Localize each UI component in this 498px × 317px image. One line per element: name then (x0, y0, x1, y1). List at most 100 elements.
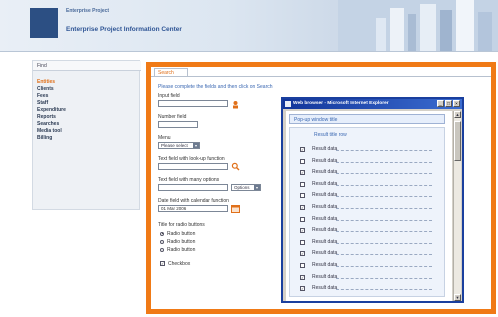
checkbox-checked-icon[interactable]: ✓ (300, 205, 305, 210)
popup-content: Pop-up window title Result title row ✓ Re… (286, 111, 452, 301)
magnifier-icon[interactable] (231, 162, 240, 171)
result-row-label: Result data (312, 192, 338, 199)
chevron-down-icon: ▾ (254, 185, 260, 190)
result-row[interactable]: ✓ Result data (290, 225, 444, 236)
popup-titlebar[interactable]: Web browser - Microsoft Internet Explore… (283, 99, 462, 109)
number-field[interactable] (158, 121, 198, 128)
nav-item-staff[interactable]: Staff (37, 100, 66, 107)
checkbox-checked-icon[interactable]: ✓ (300, 170, 305, 176)
checkbox-checked-icon[interactable]: ✓ (300, 286, 305, 292)
popup-header-text: Pop-up window title (294, 117, 338, 123)
menu-label: Menu (158, 135, 171, 141)
radio-group-title: Title for radio buttons (158, 222, 205, 228)
radio-option-label: Radio button (167, 239, 196, 245)
checkbox-checked-icon[interactable]: ✓ (300, 147, 305, 152)
result-row[interactable]: ✓ Result data (290, 167, 444, 178)
app-header: Enterprise Project Enterprise Project In… (0, 0, 498, 52)
scroll-down-button[interactable]: ▼ (454, 294, 461, 301)
menu-select[interactable]: Please select ▾ (158, 142, 200, 149)
scroll-up-button[interactable]: ▲ (454, 111, 461, 118)
nav-item-reports[interactable]: Reports (37, 114, 66, 121)
search-panel: Search Please complete the fields and th… (146, 62, 496, 314)
radio-option-1[interactable]: Radio button (160, 231, 195, 238)
lookup-field-label: Text field with look-up function (158, 156, 225, 162)
header-subtitle: Enterprise Project (66, 8, 110, 14)
logo (30, 8, 58, 38)
result-row[interactable]: Result data (290, 260, 444, 271)
result-row-label: Result data (312, 204, 338, 210)
result-row-divider (336, 196, 432, 198)
result-row[interactable]: Result data (290, 214, 444, 225)
checkbox-checked-icon: ✓ (160, 261, 165, 267)
date-field[interactable]: 01 Mar 2006 (158, 205, 228, 212)
result-row[interactable]: ✓ Result data (290, 272, 444, 283)
result-row[interactable]: Result data (290, 156, 444, 167)
nav-tab-find[interactable]: Find (33, 61, 141, 71)
nav-item-entities[interactable]: Entities (37, 79, 66, 86)
popup-header: Pop-up window title (289, 114, 445, 124)
minimize-button[interactable]: _ (437, 100, 444, 107)
radio-icon (160, 247, 164, 252)
checkbox-icon[interactable] (300, 193, 305, 199)
many-options-label: Text field with many options (158, 177, 220, 183)
popup-window: Web browser - Microsoft Internet Explore… (281, 97, 464, 303)
result-row-divider (336, 184, 432, 186)
checkbox-icon[interactable] (300, 158, 305, 164)
chevron-down-icon: ▾ (193, 143, 199, 148)
nav-item-billing[interactable]: Billing (37, 135, 66, 142)
result-row[interactable]: ✓ Result data (290, 283, 444, 294)
nav-item-expenditure[interactable]: Expenditure (37, 107, 66, 114)
result-row-divider (336, 219, 432, 221)
result-row-label: Result data (312, 285, 338, 292)
radio-option-2[interactable]: Radio button (160, 239, 195, 246)
maximize-button[interactable]: □ (445, 100, 452, 107)
user-lookup-icon[interactable] (231, 100, 240, 109)
window-controls: _ □ × (436, 100, 460, 107)
date-field-label: Date field with calendar function (158, 198, 229, 204)
nav-tab-label: Find (37, 63, 47, 69)
radio-option-3[interactable]: Radio button (160, 247, 195, 254)
checkbox-icon[interactable] (300, 263, 305, 268)
nav-item-media-tool[interactable]: Media tool (37, 128, 66, 135)
options-select[interactable]: Options ▾ (231, 184, 261, 191)
nav-item-searches[interactable]: Searches (37, 121, 66, 128)
menu-select-value: Please select (161, 143, 188, 148)
result-row-label: Result data (312, 180, 338, 187)
nav-item-clients[interactable]: Clients (37, 86, 66, 93)
result-row[interactable]: ✓ Result data (290, 248, 444, 259)
nav-list: Entities Clients Fees Staff Expenditure … (37, 79, 66, 142)
input-field[interactable] (158, 100, 228, 107)
radio-icon (160, 239, 164, 244)
popup-title-text: Web browser - Microsoft Internet Explore… (293, 101, 389, 106)
checkbox-option[interactable]: ✓ Checkbox (160, 261, 190, 268)
checkbox-checked-icon[interactable]: ✓ (300, 228, 305, 234)
result-row-divider (336, 289, 432, 291)
scroll-thumb[interactable] (454, 121, 461, 161)
result-row[interactable]: ✓ Result data (290, 144, 444, 155)
checkbox-icon[interactable] (300, 216, 305, 222)
result-row-divider (336, 277, 432, 279)
number-field-label: Number field (158, 114, 187, 120)
radio-option-label: Radio button (167, 247, 196, 253)
result-row[interactable]: ✓ Result data (290, 202, 444, 213)
tab-search[interactable]: Search (154, 68, 188, 76)
many-options-field[interactable] (158, 184, 228, 191)
input-field-label: Input field (158, 93, 180, 99)
popup-scrollbar[interactable]: ▲ ▼ (453, 111, 461, 301)
result-row-divider (336, 266, 432, 267)
checkbox-icon[interactable] (300, 239, 305, 245)
calendar-icon[interactable] (231, 204, 240, 213)
checkbox-checked-icon[interactable]: ✓ (300, 274, 305, 280)
checkbox-checked-icon[interactable]: ✓ (300, 251, 305, 257)
result-row[interactable]: Result data (290, 190, 444, 201)
result-row-label: Result data (312, 215, 338, 222)
tab-divider (151, 76, 491, 77)
checkbox-icon[interactable] (300, 181, 305, 187)
result-row[interactable]: Result data (290, 179, 444, 190)
browser-icon (285, 101, 291, 107)
left-nav: Find Entities Clients Fees Staff Expendi… (32, 60, 141, 210)
lookup-field[interactable] (158, 163, 228, 170)
nav-item-fees[interactable]: Fees (37, 93, 66, 100)
close-button[interactable]: × (453, 100, 460, 107)
result-row[interactable]: Result data (290, 237, 444, 248)
